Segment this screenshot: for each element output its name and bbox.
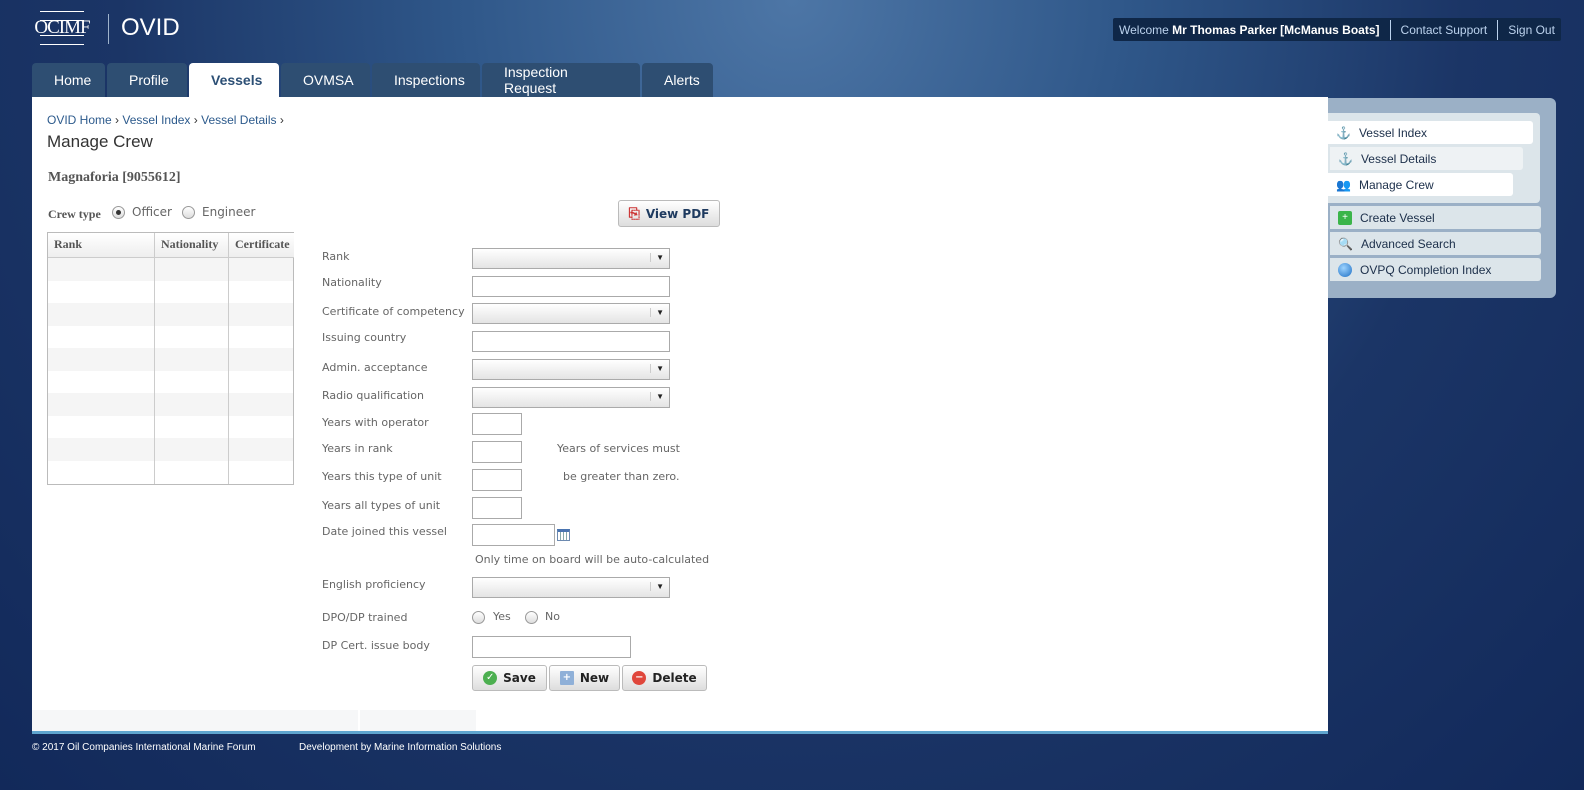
years-rank-label: Years in rank: [322, 442, 393, 455]
years-all-label: Years all types of unit: [322, 499, 441, 512]
check-icon: ✓: [483, 671, 498, 685]
date-joined-input[interactable]: [472, 524, 555, 546]
dp-body-label: DP Cert. issue body: [322, 639, 430, 652]
crumb-vessel-index[interactable]: Vessel Index: [122, 113, 190, 127]
crumb-vessel-details[interactable]: Vessel Details: [201, 113, 276, 127]
years-note-2: be greater than zero.: [563, 470, 680, 483]
crumb-ovid-home[interactable]: OVID Home: [47, 113, 112, 127]
view-pdf-button[interactable]: ⎘ View PDF: [618, 200, 720, 227]
tab-inspections[interactable]: Inspections: [372, 63, 480, 97]
tab-profile[interactable]: Profile: [107, 63, 187, 97]
tab-ovmsa[interactable]: OVMSA: [281, 63, 370, 97]
contact-support-link[interactable]: Contact Support: [1401, 23, 1488, 37]
delete-button[interactable]: − Delete: [622, 665, 707, 691]
tab-inspection-request[interactable]: Inspection Request: [482, 63, 640, 97]
sidebar-create-vessel[interactable]: + Create Vessel: [1330, 206, 1541, 229]
years-rank-input[interactable]: [472, 441, 522, 463]
years-type-input[interactable]: [472, 469, 522, 491]
radio-qualification-select[interactable]: [472, 387, 670, 408]
calendar-icon[interactable]: [557, 529, 570, 541]
welcome-text: Welcome: [1119, 22, 1169, 37]
vessel-name: Magnaforia [9055612]: [48, 170, 181, 185]
sidebar-item-vessel-index[interactable]: ⚓ Vessel Index: [1328, 121, 1533, 144]
years-note-1: Years of services must: [557, 442, 680, 455]
dpo-label: DPO/DP trained: [322, 611, 408, 624]
app-name: OVID: [121, 14, 180, 41]
main-nav: Home Profile Vessels OVMSA Inspections I…: [32, 63, 713, 97]
people-icon: 👥: [1336, 177, 1351, 192]
pdf-icon: ⎘: [628, 205, 640, 222]
years-type-label: Years this type of unit: [322, 470, 442, 483]
dpo-yes-radio[interactable]: [472, 611, 485, 624]
sidebar-advanced-search[interactable]: 🔍 Advanced Search: [1330, 232, 1541, 255]
rank-label: Rank: [322, 250, 350, 263]
engineer-radio[interactable]: [182, 206, 195, 219]
crew-type-label: Crew type: [48, 207, 101, 221]
english-label: English proficiency: [322, 578, 426, 591]
years-operator-label: Years with operator: [322, 416, 429, 429]
divider: [108, 14, 109, 44]
certificate-select[interactable]: [472, 303, 670, 324]
plus-icon: +: [1338, 210, 1352, 225]
col-certificate[interactable]: Certificate: [229, 233, 294, 258]
anchor-icon: ⚓: [1336, 125, 1351, 140]
auto-calc-note: Only time on board will be auto-calculat…: [475, 553, 710, 566]
certificate-label: Certificate of competency: [322, 305, 465, 318]
minus-icon: −: [632, 671, 647, 685]
footer-strip: [32, 710, 1328, 732]
anchor-icon: ⚓: [1338, 151, 1353, 166]
years-operator-input[interactable]: [472, 413, 522, 435]
years-all-input[interactable]: [472, 497, 522, 519]
tab-alerts[interactable]: Alerts: [642, 63, 713, 97]
new-doc-icon: +: [559, 671, 574, 685]
footer-copyright: © 2017 Oil Companies International Marin…: [32, 742, 256, 753]
dpo-no-radio[interactable]: [525, 611, 538, 624]
admin-label: Admin. acceptance: [322, 361, 428, 374]
issuing-country-label: Issuing country: [322, 331, 407, 344]
footer-dev: Development by Marine Information Soluti…: [299, 742, 502, 753]
user-name: Mr Thomas Parker [McManus Boats]: [1172, 22, 1380, 37]
col-rank[interactable]: Rank: [48, 233, 155, 258]
nationality-input[interactable]: [472, 276, 670, 297]
ocimf-logo[interactable]: OCIMF: [32, 8, 92, 48]
new-button[interactable]: + New: [549, 665, 620, 691]
breadcrumb: OVID Home › Vessel Index › Vessel Detail…: [47, 113, 284, 127]
sidebar-ovpq-index[interactable]: OVPQ Completion Index: [1330, 258, 1541, 281]
page-title: Manage Crew: [47, 132, 153, 151]
rank-select[interactable]: [472, 248, 670, 269]
crew-table: Rank Nationality Certificate: [47, 232, 294, 485]
date-joined-label: Date joined this vessel: [322, 525, 447, 538]
user-bar: Welcome Mr Thomas Parker [McManus Boats]…: [1113, 18, 1561, 41]
english-proficiency-select[interactable]: [472, 577, 670, 598]
officer-label: Officer: [132, 205, 172, 219]
dpo-no-label: No: [545, 610, 560, 623]
magnifier-icon: 🔍: [1338, 236, 1353, 251]
dp-body-input[interactable]: [472, 636, 631, 658]
officer-radio[interactable]: [112, 206, 125, 219]
radio-label: Radio qualification: [322, 389, 425, 402]
dpo-yes-label: Yes: [493, 610, 511, 623]
tab-vessels[interactable]: Vessels: [189, 63, 279, 97]
col-nationality[interactable]: Nationality: [155, 233, 229, 258]
sign-out-link[interactable]: Sign Out: [1508, 23, 1555, 37]
save-button[interactable]: ✓ Save: [472, 665, 547, 691]
sidebar-item-vessel-details[interactable]: ⚓ Vessel Details: [1330, 147, 1523, 170]
sidebar-item-manage-crew[interactable]: 👥 Manage Crew: [1328, 173, 1513, 196]
globe-icon: [1338, 262, 1352, 277]
admin-acceptance-select[interactable]: [472, 359, 670, 380]
footer-line: [32, 731, 1328, 734]
engineer-label: Engineer: [202, 205, 256, 219]
tab-home[interactable]: Home: [32, 63, 105, 97]
nationality-label: Nationality: [322, 276, 382, 289]
issuing-country-input[interactable]: [472, 331, 670, 352]
